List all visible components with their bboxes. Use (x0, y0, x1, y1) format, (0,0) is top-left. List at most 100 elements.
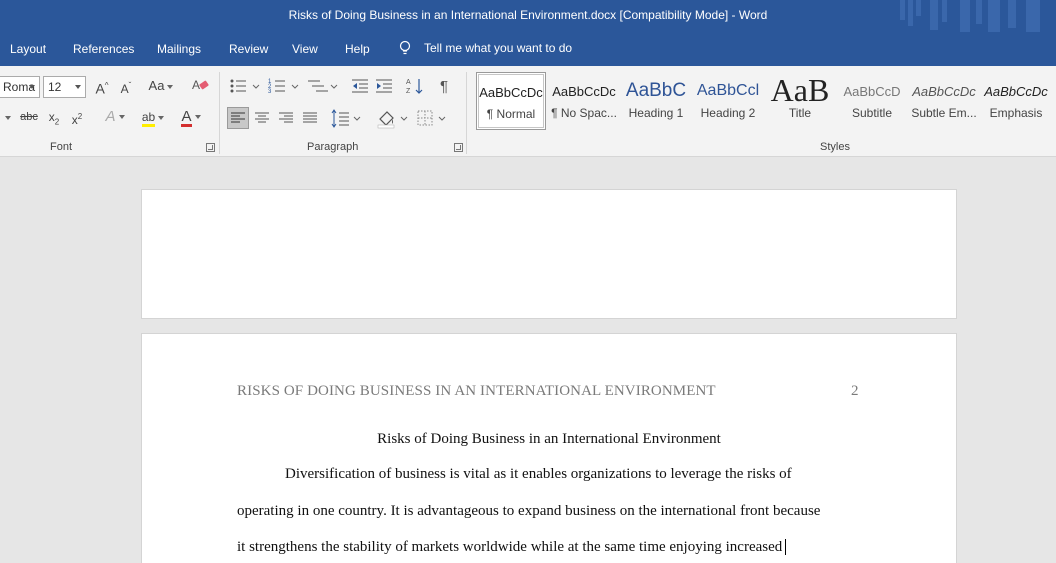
style-sample: AaBbCcDc (984, 84, 1048, 99)
tab-mailings[interactable]: Mailings (157, 42, 201, 56)
font-size-value: 12 (48, 80, 62, 94)
superscript-button[interactable]: x2 (68, 107, 86, 130)
multilevel-list-button[interactable] (306, 76, 342, 96)
style-title[interactable]: AaB Title (765, 72, 835, 130)
grow-font-button[interactable]: A^ (92, 76, 112, 99)
font-size-combo[interactable]: 12 (43, 76, 86, 98)
svg-text:A: A (192, 78, 200, 92)
style-name: Subtitle (851, 106, 893, 120)
shrink-font-icon: A (120, 82, 129, 96)
style-name: Heading 2 (700, 106, 756, 120)
svg-text:A: A (406, 79, 411, 86)
style-sample: AaB (770, 72, 830, 106)
body-line-1: Diversification of business is vital as … (285, 466, 792, 482)
page-2[interactable]: RISKS OF DOING BUSINESS IN AN INTERNATIO… (141, 333, 957, 563)
chevron-down-icon (194, 115, 201, 120)
justify-button[interactable] (300, 108, 320, 128)
font-color-button[interactable]: A (175, 107, 207, 127)
line-spacing-button[interactable] (330, 107, 362, 129)
tab-references[interactable]: References (73, 42, 134, 56)
bullets-button[interactable] (228, 76, 264, 96)
grow-font-icon: A (95, 80, 105, 97)
chevron-down-icon (29, 85, 35, 89)
group-divider (219, 72, 220, 154)
increase-indent-button[interactable] (374, 76, 394, 96)
subscript-button[interactable]: x2 (45, 107, 63, 132)
ribbon-home: Roma 12 A^ Aˇ Aa A abc x2 x2 A ab A Font (0, 66, 1056, 157)
ribbon-tabs: Layout References Mailings Review View H… (0, 32, 1056, 66)
change-case-button[interactable]: Aa (145, 76, 177, 96)
word-window: Risks of Doing Business in an Internatio… (0, 0, 1056, 563)
sort-button[interactable]: A Z (405, 76, 425, 96)
page-number: 2 (851, 383, 859, 399)
style-emphasis[interactable]: AaBbCcDc Emphasis (981, 72, 1051, 130)
style-name: ¶ No Spac... (551, 106, 617, 120)
page-1-bottom[interactable] (141, 189, 957, 319)
document-title: Risks of Doing Business in an Internatio… (377, 431, 721, 447)
group-divider (466, 72, 467, 154)
shading-button[interactable] (375, 107, 409, 129)
styles-group-label: Styles (820, 141, 850, 153)
style-name: Emphasis (989, 106, 1043, 120)
chevron-down-icon (118, 115, 125, 120)
font-color-icon: A (181, 108, 192, 127)
highlighter-icon: ab (141, 110, 156, 127)
borders-button[interactable] (415, 107, 449, 129)
show-formatting-marks-button[interactable]: ¶ (438, 76, 454, 96)
style-subtle-emphasis[interactable]: AaBbCcDc Subtle Em... (909, 72, 979, 130)
tell-me-label: Tell me what you want to do (424, 41, 573, 55)
style-sample: AaBbC (625, 80, 687, 101)
style-subtitle[interactable]: AaBbCcD Subtitle (837, 72, 907, 130)
svg-text:Z: Z (406, 88, 411, 95)
clear-formatting-button[interactable]: A (190, 76, 210, 100)
svg-text:¶: ¶ (440, 78, 448, 95)
body-line-3: it strengthens the stability of markets … (237, 539, 861, 556)
title-bar: Risks of Doing Business in an Internatio… (0, 0, 1056, 38)
style-sample: AaBbCcDc (479, 85, 543, 100)
change-case-icon: Aa (148, 78, 165, 93)
style-name: Heading 1 (628, 106, 684, 120)
text-effects-button[interactable]: A (100, 107, 130, 127)
tab-review[interactable]: Review (229, 42, 268, 56)
font-name-combo[interactable]: Roma (0, 76, 40, 98)
shrink-font-button[interactable]: Aˇ (116, 76, 136, 99)
style-heading-2[interactable]: AaBbCcl Heading 2 (693, 72, 763, 130)
style-no-spacing[interactable]: AaBbCcDc ¶ No Spac... (549, 72, 619, 130)
underline-dropdown-button[interactable] (0, 107, 12, 127)
running-header: RISKS OF DOING BUSINESS IN AN INTERNATIO… (237, 383, 716, 399)
align-left-button[interactable] (227, 107, 249, 129)
style-heading-1[interactable]: AaBbC Heading 1 (621, 72, 691, 130)
tell-me-search[interactable]: Tell me what you want to do (398, 40, 572, 56)
style-sample: AaBbCcD (843, 84, 901, 99)
paragraph-group-label: Paragraph (307, 141, 359, 153)
style-sample: AaBbCcDc (552, 84, 616, 99)
strikethrough-button[interactable]: abc (18, 107, 40, 127)
numbering-button[interactable]: 123 (267, 76, 303, 96)
chevron-down-icon (158, 115, 165, 120)
text-effects-icon: A (105, 108, 116, 125)
tab-view[interactable]: View (292, 42, 318, 56)
lightbulb-icon (399, 40, 411, 55)
align-center-button[interactable] (252, 108, 272, 128)
align-right-button[interactable] (276, 108, 296, 128)
font-dialog-launcher-icon[interactable] (206, 143, 215, 152)
tab-help[interactable]: Help (345, 42, 370, 56)
style-name: ¶ Normal (486, 107, 536, 121)
chevron-down-icon (75, 85, 81, 89)
highlight-color-button[interactable]: ab (136, 107, 170, 127)
body-line-2: operating in one country. It is advantag… (237, 503, 821, 519)
svg-text:3: 3 (268, 89, 272, 95)
decrease-indent-button[interactable] (350, 76, 370, 96)
text-cursor (785, 539, 787, 555)
eraser-icon: A (192, 78, 209, 92)
style-sample: AaBbCcDc (912, 84, 976, 99)
chevron-down-icon (4, 115, 11, 120)
tab-layout[interactable]: Layout (10, 42, 46, 56)
paragraph-dialog-launcher-icon[interactable] (454, 143, 463, 152)
style-normal[interactable]: AaBbCcDc ¶ Normal (476, 72, 546, 130)
style-name: Subtle Em... (911, 106, 977, 120)
chevron-down-icon (167, 84, 174, 89)
font-group-label: Font (50, 141, 73, 153)
body-line-3-text: it strengthens the stability of markets … (237, 539, 783, 555)
style-name: Title (788, 106, 812, 120)
